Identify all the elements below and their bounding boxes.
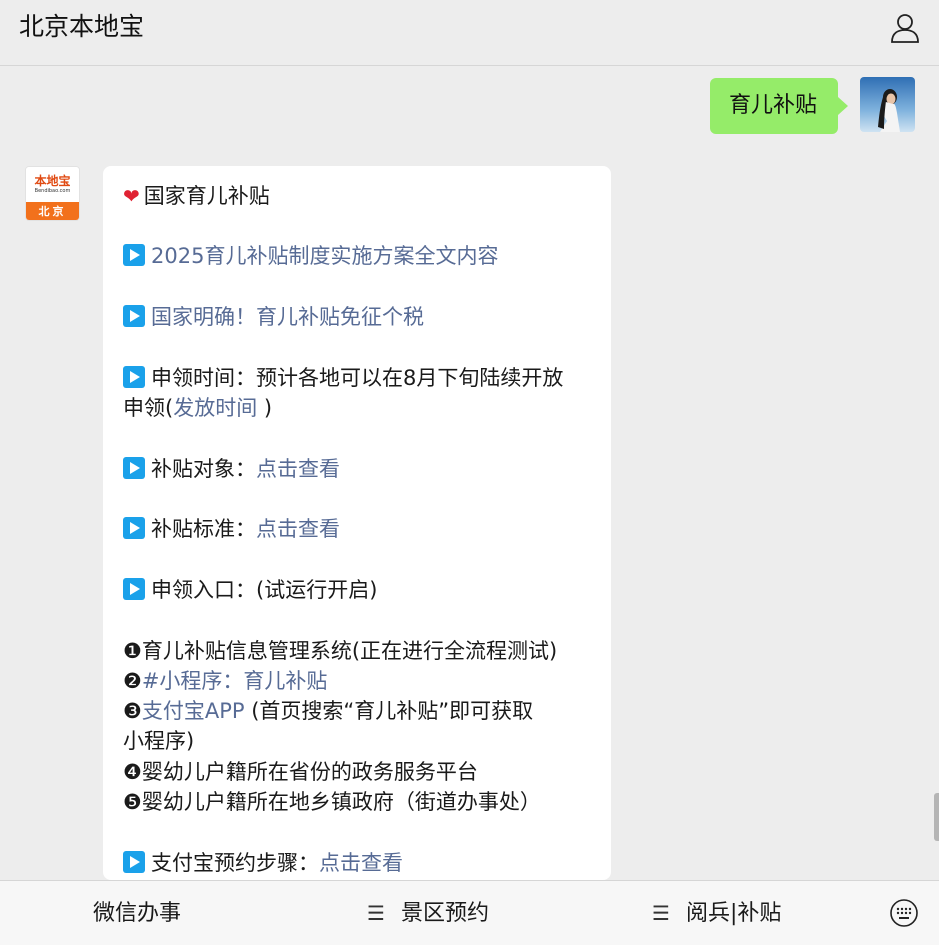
play-icon (123, 305, 145, 327)
list-item: ❶育儿补贴信息管理系统(正在进行全流程测试) (123, 636, 597, 666)
avatar-sub: Bendibao.com (34, 188, 71, 194)
play-icon (123, 578, 145, 600)
menu-item-parade-subsidy[interactable]: ☰ 阅兵|补贴 (652, 881, 781, 945)
item-standard-row: 补贴标准：点击查看 (123, 514, 597, 544)
item-time-row-cont: 申领(发放时间 ) (123, 393, 597, 423)
mini-program-link[interactable]: #小程序：育儿补贴 (142, 669, 328, 693)
time-suffix: ) (257, 396, 273, 420)
target-link[interactable]: 点击查看 (256, 457, 340, 481)
item-tax-row: 国家明确！育儿补贴免征个税 (123, 302, 597, 332)
list-text-1: 育儿补贴信息管理系统(正在进行全流程测试) (141, 639, 558, 663)
time-prefix: 申领( (123, 396, 174, 420)
reply-content: ❤ 国家育儿补贴 2025育儿补贴制度实施方案全文内容 国家明确！育儿补贴免征个税… (103, 166, 611, 880)
bottom-menu-bar: 微信办事 ☰ 景区预约 ☰ 阅兵|补贴 (0, 880, 939, 945)
list-item: ❹婴幼儿户籍所在省份的政务服务平台 (123, 757, 597, 787)
standard-link[interactable]: 点击查看 (256, 517, 340, 541)
item-target-row: 补贴对象：点击查看 (123, 454, 597, 484)
list-text-4: 婴幼儿户籍所在省份的政务服务平台 (141, 760, 478, 784)
menu-icon: ☰ (367, 901, 385, 925)
release-time-link[interactable]: 发放时间 (173, 396, 257, 420)
top-bar: 北京本地宝 (0, 0, 939, 66)
play-icon (123, 244, 145, 266)
tax-link[interactable]: 国家明确！育儿补贴免征个税 (151, 305, 424, 329)
menu-icon: ☰ (652, 901, 670, 925)
outgoing-bubble: 育儿补贴 (710, 78, 848, 134)
item-time-row: 申领时间：预计各地可以在8月下旬陆续开放 (123, 363, 597, 393)
play-icon (123, 851, 145, 873)
target-label: 补贴对象： (151, 457, 256, 481)
item-policy-row: 2025育儿补贴制度实施方案全文内容 (123, 241, 597, 271)
official-account-avatar[interactable]: 本地宝 Bendibao.com 北京 (25, 166, 80, 221)
time-text: 申领时间：预计各地可以在8月下旬陆续开放 (151, 366, 564, 390)
list-text-3: (首页搜索“育儿补贴”即可获取 (244, 699, 534, 723)
number-2-icon: ❷ (123, 669, 142, 693)
list-item: ❸支付宝APP (首页搜索“育儿补贴”即可获取 (123, 696, 597, 726)
policy-link[interactable]: 2025育儿补贴制度实施方案全文内容 (151, 244, 498, 268)
entry-text: 申领入口：(试运行开启) (151, 578, 378, 602)
list-item: ❺婴幼儿户籍所在地乡镇政府（街道办事处） (123, 787, 597, 817)
avatar-city: 北京 (26, 202, 79, 220)
menu-label: 微信办事 (93, 901, 182, 926)
play-icon (123, 366, 145, 388)
list-text-3-cont: 小程序) (123, 729, 195, 753)
number-4-icon: ❹ (123, 760, 142, 784)
account-title: 北京本地宝 (19, 12, 145, 41)
play-icon (123, 457, 145, 479)
keyboard-icon[interactable] (889, 898, 919, 928)
number-3-icon: ❸ (123, 699, 142, 723)
reply-title-row: ❤ 国家育儿补贴 (123, 181, 597, 211)
scrollbar-handle[interactable] (934, 793, 939, 841)
number-5-icon: ❺ (123, 790, 142, 814)
play-icon (123, 517, 145, 539)
heart-icon: ❤ (123, 184, 140, 208)
outgoing-message: 育儿补贴 (710, 78, 848, 134)
steps-label: 支付宝预约步骤： (151, 851, 319, 875)
standard-label: 补贴标准： (151, 517, 256, 541)
number-1-icon: ❶ (123, 639, 142, 663)
item-alipay-steps-row: 支付宝预约步骤：点击查看 (123, 848, 597, 878)
user-avatar[interactable] (860, 77, 915, 132)
user-icon[interactable] (887, 10, 923, 46)
list-text-5: 婴幼儿户籍所在地乡镇政府（街道办事处） (141, 790, 541, 814)
avatar-logo: 本地宝 Bendibao.com (26, 167, 79, 202)
avatar-brand: 本地宝 (34, 174, 71, 188)
menu-label: 阅兵|补贴 (685, 901, 782, 926)
item-entry-row: 申领入口：(试运行开启) (123, 575, 597, 605)
steps-link[interactable]: 点击查看 (319, 851, 403, 875)
reply-title: 国家育儿补贴 (143, 184, 270, 208)
menu-item-wechat-service[interactable]: 微信办事 (93, 881, 181, 945)
list-item-cont: 小程序) (123, 726, 597, 756)
menu-label: 景区预约 (400, 901, 489, 926)
menu-item-scenic-booking[interactable]: ☰ 景区预约 (367, 881, 489, 945)
alipay-link[interactable]: 支付宝APP (142, 699, 245, 723)
list-item: ❷#小程序：育儿补贴 (123, 666, 597, 696)
